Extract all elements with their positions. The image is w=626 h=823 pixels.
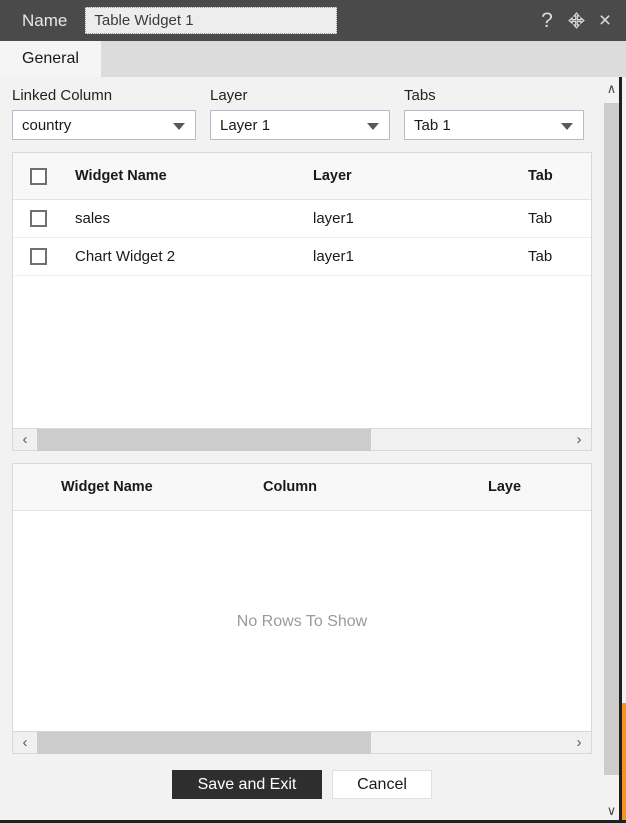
widget-grid: Widget Name Layer Tab sales layer1 Tab C…: [12, 152, 592, 429]
row-checkbox[interactable]: [29, 248, 47, 265]
select-all-cell: [13, 167, 63, 185]
row-select-cell: [13, 248, 63, 265]
hscroll-track[interactable]: [37, 731, 567, 754]
scroll-up-icon[interactable]: ∧: [603, 77, 621, 101]
scroll-left-icon[interactable]: ‹: [13, 734, 37, 751]
layer-label: Layer: [210, 87, 248, 104]
column-grid-header: Widget Name Column Laye: [13, 464, 591, 511]
scroll-down-icon[interactable]: ∨: [603, 799, 621, 820]
tabs-select[interactable]: Tab 1: [404, 110, 584, 140]
header-widget-name[interactable]: Widget Name: [63, 168, 313, 184]
scroll-right-icon[interactable]: ›: [567, 734, 591, 751]
cell-tab: Tab: [528, 248, 553, 265]
name-label: Name: [22, 10, 68, 30]
close-icon[interactable]: ×: [596, 10, 614, 31]
chevron-down-icon: [561, 123, 573, 130]
tabs-value: Tab 1: [414, 116, 451, 134]
filter-layer: Layer Layer 1: [210, 87, 390, 140]
header-layer[interactable]: Layer: [313, 168, 528, 184]
dialog-titlebar: Name Table Widget 1 ? ×: [0, 0, 626, 41]
dialog-vscrollbar[interactable]: ∧ ∨: [603, 77, 622, 820]
chevron-down-icon: [367, 123, 379, 130]
filter-row: Linked Column country Layer Layer 1 Tabs…: [0, 77, 604, 140]
cancel-button[interactable]: Cancel: [332, 770, 432, 799]
tabs-label: Tabs: [404, 87, 436, 104]
row-checkbox[interactable]: [29, 210, 47, 227]
select-all-checkbox[interactable]: [29, 167, 47, 185]
save-and-exit-button[interactable]: Save and Exit: [172, 770, 322, 799]
tab-general[interactable]: General: [0, 41, 101, 77]
tab-strip: General: [0, 41, 626, 77]
linked-column-select[interactable]: country: [12, 110, 196, 140]
widget-grid-hscrollbar[interactable]: ‹ ›: [12, 428, 592, 451]
table-row[interactable]: sales layer1 Tab: [13, 200, 591, 238]
cell-widget-name: sales: [75, 210, 111, 227]
linked-column-label: Linked Column: [12, 87, 113, 104]
chevron-down-icon: [173, 123, 185, 130]
table-row[interactable]: Chart Widget 2 layer1 Tab: [13, 238, 591, 276]
linked-column-value: country: [22, 116, 72, 134]
dialog-content: Linked Column country Layer Layer 1 Tabs…: [0, 77, 604, 820]
row-select-cell: [13, 210, 63, 227]
titlebar-icon-group: ? ×: [538, 0, 614, 41]
column-grid-body: No Rows To Show: [13, 511, 591, 731]
header-layer[interactable]: Laye: [488, 479, 591, 495]
widget-name-input[interactable]: Table Widget 1: [85, 7, 338, 34]
empty-state-message: No Rows To Show: [13, 511, 591, 731]
filter-linked-column: Linked Column country: [12, 87, 196, 140]
widget-settings-dialog: Name Table Widget 1 ? × General Linked C…: [0, 0, 626, 823]
header-column[interactable]: Column: [263, 479, 488, 495]
cell-layer: layer1: [313, 248, 354, 265]
cell-tab: Tab: [528, 210, 553, 227]
accent-strip: [622, 703, 626, 820]
hscroll-thumb[interactable]: [37, 428, 371, 451]
column-grid: Widget Name Column Laye No Rows To Show: [12, 463, 592, 732]
dialog-footer: Save and Exit Cancel: [0, 770, 604, 799]
header-widget-name[interactable]: Widget Name: [13, 479, 263, 495]
cell-layer: layer1: [313, 210, 354, 227]
hscroll-thumb[interactable]: [37, 731, 371, 754]
widget-grid-header: Widget Name Layer Tab: [13, 153, 591, 200]
vscroll-thumb[interactable]: [604, 103, 619, 775]
move-icon[interactable]: [567, 11, 585, 31]
help-icon[interactable]: ?: [538, 10, 556, 31]
filter-tabs: Tabs Tab 1: [404, 87, 584, 140]
layer-select[interactable]: Layer 1: [210, 110, 390, 140]
layer-value: Layer 1: [220, 116, 271, 134]
cell-widget-name: Chart Widget 2: [75, 248, 176, 265]
vscroll-track[interactable]: [604, 101, 619, 799]
header-tab[interactable]: Tab: [528, 168, 591, 184]
hscroll-track[interactable]: [37, 428, 567, 451]
scroll-left-icon[interactable]: ‹: [13, 431, 37, 448]
scroll-right-icon[interactable]: ›: [567, 431, 591, 448]
column-grid-hscrollbar[interactable]: ‹ ›: [12, 731, 592, 754]
